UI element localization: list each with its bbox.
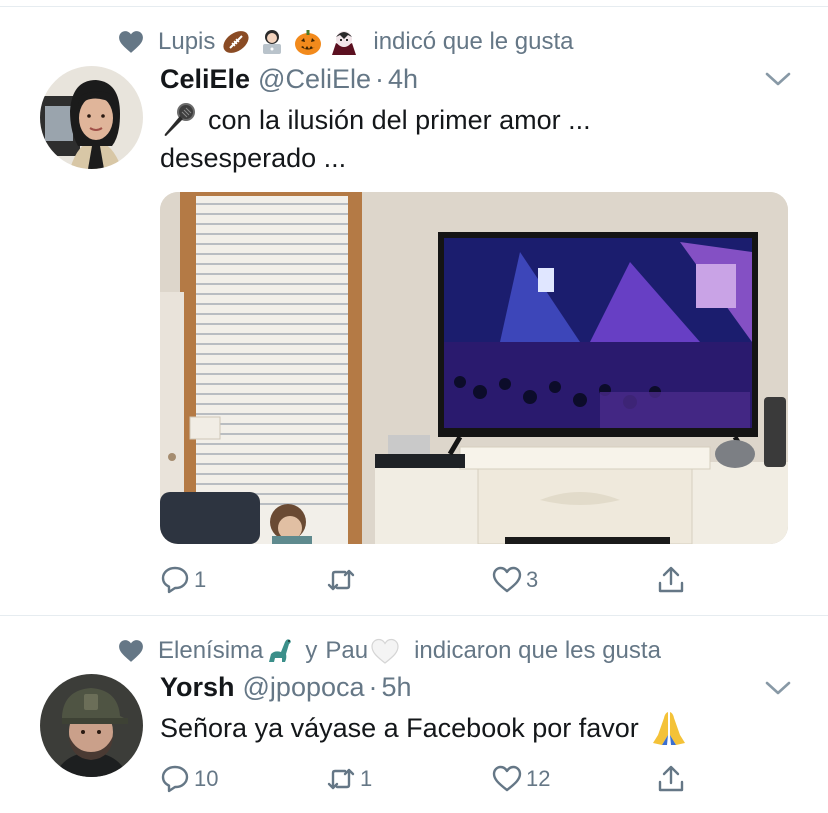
reply-icon — [161, 566, 189, 594]
separator-dot: · — [368, 672, 378, 702]
display-name[interactable]: Yorsh — [160, 672, 235, 703]
chevron-down-icon[interactable] — [764, 70, 792, 88]
tweet-photo[interactable] — [160, 192, 788, 544]
share-icon — [658, 765, 684, 792]
like-count: 12 — [526, 766, 551, 791]
conjunction: y — [305, 637, 318, 664]
sauropod-emoji — [265, 636, 295, 666]
like-icon — [492, 566, 522, 593]
like-button[interactable]: 3 — [492, 563, 538, 597]
avatar[interactable] — [40, 674, 143, 777]
reply-count: 10 — [194, 766, 219, 791]
tweet-text: con la ilusión del primer amor ... deses… — [160, 101, 591, 177]
folded-hands-emoji — [649, 709, 689, 747]
avatar[interactable] — [40, 66, 143, 169]
handle[interactable]: @jpopoca — [243, 672, 365, 703]
share-icon — [658, 566, 684, 593]
liker-name[interactable]: Lupis — [158, 28, 215, 56]
like-button[interactable]: 12 — [492, 762, 550, 796]
tweet-actions: 1 3 — [160, 563, 700, 597]
retweet-icon — [327, 569, 355, 591]
retweet-icon — [327, 768, 355, 790]
technologist-emoji — [257, 27, 287, 57]
retweet-count: 1 — [360, 766, 373, 791]
tweet-divider — [0, 615, 828, 616]
heart-icon — [119, 31, 143, 53]
tweet-text-line-1: con la ilusión del primer amor ... — [160, 101, 591, 139]
reply-icon — [161, 765, 189, 793]
social-verb: indicó que le gusta — [373, 28, 574, 55]
like-icon — [492, 765, 522, 792]
tweet-text-line-2: desesperado ... — [160, 143, 347, 173]
liker-name-1[interactable]: Elenísima — [158, 637, 263, 665]
timestamp[interactable]: 5h — [382, 672, 412, 703]
heart-icon — [119, 640, 143, 662]
social-context: Lupis indicó que le gusta — [118, 27, 574, 57]
microphone-emoji — [160, 101, 198, 139]
reply-button[interactable]: 10 — [160, 762, 218, 796]
tweet-header: Yorsh @jpopoca · 5h — [160, 672, 412, 703]
social-context: Elenísima y Pau indicaron que les gusta — [118, 636, 661, 666]
reply-button[interactable]: 1 — [160, 563, 206, 597]
handle[interactable]: @CeliEle — [258, 64, 371, 95]
reply-count: 1 — [194, 567, 207, 592]
separator-dot: · — [375, 64, 384, 94]
share-button[interactable] — [656, 762, 686, 796]
top-divider — [0, 6, 828, 7]
tweet-header: CeliEle @CeliEle · 4h — [160, 64, 418, 95]
like-count: 3 — [526, 567, 539, 592]
tweet-celiele[interactable]: Lupis indicó que le gusta CeliEle @CeliE… — [0, 14, 828, 616]
share-button[interactable] — [656, 563, 686, 597]
white-heart-emoji — [370, 636, 400, 666]
social-verb: indicaron que les gusta — [414, 637, 661, 664]
jack-o-lantern-emoji — [293, 27, 323, 57]
tweet-yorsh[interactable]: Elenísima y Pau indicaron que les gusta … — [0, 617, 828, 813]
tweet-actions: 10 1 12 — [160, 762, 700, 796]
chevron-down-icon[interactable] — [764, 679, 792, 697]
tweet-text-line-1-text: con la ilusión del primer amor ... — [208, 105, 591, 135]
liker-name-2[interactable]: Pau — [325, 637, 368, 665]
tweet-text-content: Señora ya váyase a Facebook por favor — [160, 713, 639, 743]
tweet-text: Señora ya váyase a Facebook por favor — [160, 709, 689, 747]
retweet-button[interactable] — [326, 563, 360, 597]
retweet-button[interactable]: 1 — [326, 762, 372, 796]
vampire-emoji — [329, 27, 359, 57]
football-emoji — [221, 27, 251, 57]
display-name[interactable]: CeliEle — [160, 64, 250, 95]
timestamp[interactable]: 4h — [388, 64, 418, 95]
